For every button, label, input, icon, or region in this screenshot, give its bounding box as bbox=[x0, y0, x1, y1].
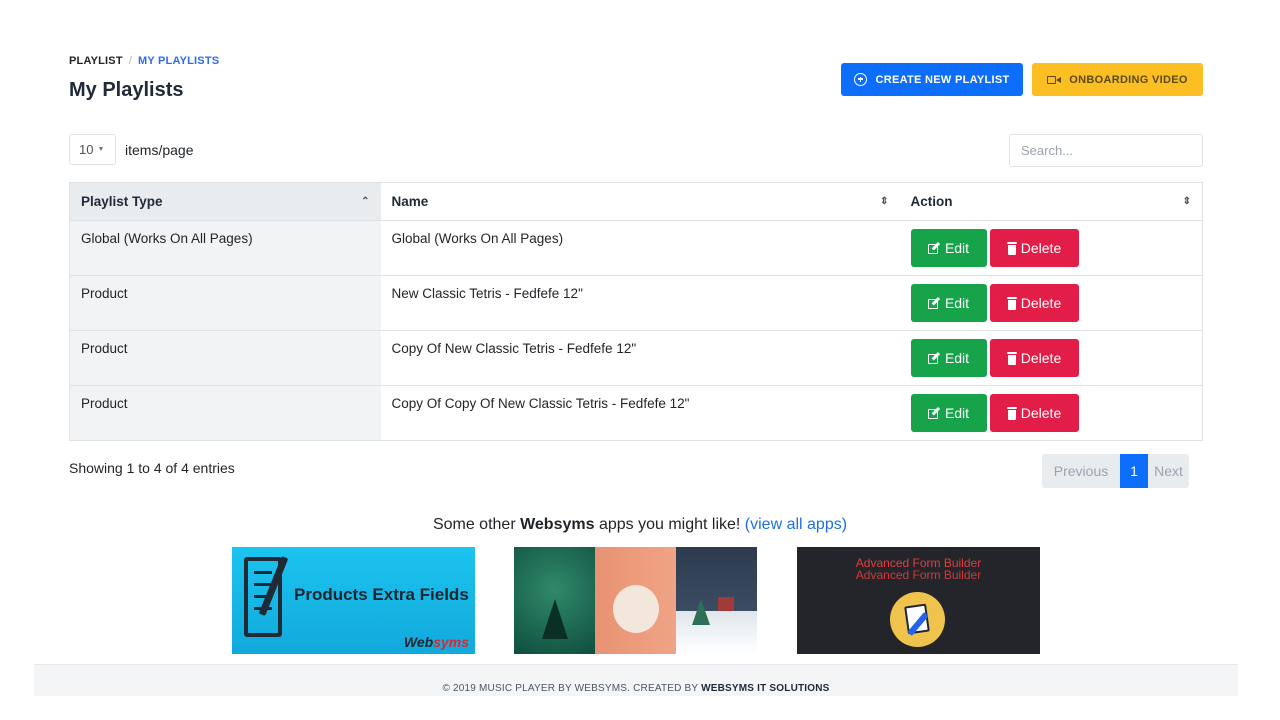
view-all-apps-link[interactable]: (view all apps) bbox=[745, 516, 847, 533]
table-row: Product Copy Of New Classic Tetris - Fed… bbox=[69, 330, 1203, 386]
app-brand: Websyms bbox=[404, 634, 469, 650]
pagination: Previous 1 Next bbox=[1042, 454, 1189, 488]
table-header-row: Playlist Type ⌃ Name ⇕ Action ⇕ bbox=[69, 182, 1203, 221]
cell-playlist-type: Product bbox=[69, 275, 381, 331]
items-per-page-label: items/page bbox=[125, 142, 194, 158]
footer-company-link[interactable]: WEBSYMS IT SOLUTIONS bbox=[701, 683, 829, 694]
create-playlist-label: CREATE NEW PLAYLIST bbox=[875, 73, 1010, 86]
cell-playlist-name: New Classic Tetris - Fedfefe 12" bbox=[380, 275, 900, 331]
tree-icon bbox=[692, 599, 710, 625]
edit-icon bbox=[927, 242, 941, 254]
onboarding-video-label: ONBOARDING VIDEO bbox=[1069, 73, 1188, 86]
edit-button[interactable]: Edit bbox=[910, 394, 987, 432]
column-label: Action bbox=[910, 194, 953, 209]
delete-button[interactable]: Delete bbox=[989, 229, 1079, 267]
onboarding-video-button[interactable]: ONBOARDING VIDEO bbox=[1032, 63, 1203, 96]
column-header-name[interactable]: Name ⇕ bbox=[380, 182, 900, 221]
playlists-table: Playlist Type ⌃ Name ⇕ Action ⇕ Global (Wor… bbox=[69, 182, 1203, 441]
app-card-products-extra-fields[interactable]: Products Extra Fields Websyms bbox=[232, 547, 475, 654]
table-row: Product Copy Of Copy Of New Classic Tetr… bbox=[69, 385, 1203, 441]
delete-label: Delete bbox=[1020, 295, 1062, 311]
delete-label: Delete bbox=[1020, 405, 1062, 421]
pagination-previous[interactable]: Previous bbox=[1042, 454, 1120, 488]
page-size-value: 10 bbox=[79, 142, 94, 157]
cell-playlist-type: Product bbox=[69, 330, 381, 386]
cell-actions: Edit Delete bbox=[899, 220, 1203, 276]
page-title: My Playlists bbox=[69, 79, 184, 101]
edit-icon bbox=[927, 297, 941, 309]
trash-icon bbox=[1006, 406, 1017, 420]
cell-actions: Edit Delete bbox=[899, 275, 1203, 331]
breadcrumb-root[interactable]: PLAYLIST bbox=[69, 55, 123, 67]
pagination-page-1[interactable]: 1 bbox=[1120, 454, 1148, 488]
search-input[interactable] bbox=[1009, 134, 1203, 167]
cell-playlist-type: Product bbox=[69, 385, 381, 441]
edit-button[interactable]: Edit bbox=[910, 339, 987, 377]
sort-icon: ⇕ bbox=[1182, 196, 1191, 207]
app-title-echo: Advanced Form Builder bbox=[855, 568, 982, 582]
teddy-bear-icon bbox=[613, 585, 659, 633]
cell-playlist-type: Global (Works On All Pages) bbox=[69, 220, 381, 276]
video-camera-icon bbox=[1047, 75, 1062, 85]
footer: © 2019 MUSIC PLAYER BY WEBSYMS. CREATED … bbox=[34, 664, 1238, 696]
cell-actions: Edit Delete bbox=[899, 385, 1203, 441]
footer-text: © 2019 MUSIC PLAYER BY WEBSYMS. CREATED … bbox=[442, 683, 702, 694]
delete-button[interactable]: Delete bbox=[989, 339, 1079, 377]
column-label: Playlist Type bbox=[81, 194, 163, 209]
app-brand-part-a: Web bbox=[403, 634, 434, 650]
app-image-panel bbox=[595, 547, 676, 654]
christmas-tree-icon bbox=[542, 599, 568, 639]
column-header-playlist-type[interactable]: Playlist Type ⌃ bbox=[69, 182, 381, 221]
create-playlist-button[interactable]: CREATE NEW PLAYLIST bbox=[841, 63, 1023, 96]
delete-label: Delete bbox=[1020, 350, 1062, 366]
app-image-panel bbox=[514, 547, 595, 654]
breadcrumb: PLAYLIST / MY PLAYLISTS bbox=[69, 55, 219, 67]
promo-suffix: apps you might like! bbox=[594, 516, 745, 533]
edit-label: Edit bbox=[944, 405, 970, 421]
pagination-next[interactable]: Next bbox=[1148, 454, 1189, 488]
trash-icon bbox=[1006, 241, 1017, 255]
cell-playlist-name: Copy Of New Classic Tetris - Fedfefe 12" bbox=[380, 330, 900, 386]
table-row: Global (Works On All Pages) Global (Work… bbox=[69, 220, 1203, 276]
caret-down-icon: ▼ bbox=[97, 146, 105, 153]
edit-label: Edit bbox=[944, 240, 970, 256]
plus-circle-icon bbox=[854, 73, 868, 86]
app-card-seasonal-effects[interactable] bbox=[514, 547, 757, 654]
breadcrumb-separator: / bbox=[128, 55, 133, 67]
breadcrumb-current[interactable]: MY PLAYLISTS bbox=[138, 55, 219, 67]
sort-icon: ⇕ bbox=[880, 196, 889, 207]
column-header-action[interactable]: Action ⇕ bbox=[899, 182, 1203, 221]
app-card-advanced-form-builder[interactable]: Advanced Form Builder Advanced Form Buil… bbox=[797, 547, 1040, 654]
promo-prefix: Some other bbox=[432, 516, 521, 533]
delete-label: Delete bbox=[1020, 240, 1062, 256]
edit-label: Edit bbox=[944, 295, 970, 311]
table-row: Product New Classic Tetris - Fedfefe 12"… bbox=[69, 275, 1203, 331]
app-image-panel bbox=[676, 547, 757, 654]
promo-heading: Some other Websyms apps you might like! … bbox=[0, 516, 1280, 534]
entries-info: Showing 1 to 4 of 4 entries bbox=[69, 460, 235, 476]
delete-button[interactable]: Delete bbox=[989, 284, 1079, 322]
app-brand-part-b: syms bbox=[433, 634, 469, 650]
house-icon bbox=[718, 597, 734, 611]
delete-button[interactable]: Delete bbox=[989, 394, 1079, 432]
edit-button[interactable]: Edit bbox=[910, 284, 987, 322]
cell-actions: Edit Delete bbox=[899, 330, 1203, 386]
promo-brand: Websyms bbox=[520, 516, 595, 533]
trash-icon bbox=[1006, 351, 1017, 365]
sort-asc-icon: ⌃ bbox=[361, 196, 370, 207]
cell-playlist-name: Global (Works On All Pages) bbox=[380, 220, 900, 276]
edit-icon bbox=[927, 352, 941, 364]
edit-icon bbox=[927, 407, 941, 419]
page-size-select[interactable]: 10 ▼ bbox=[69, 134, 116, 165]
cell-playlist-name: Copy Of Copy Of New Classic Tetris - Fed… bbox=[380, 385, 900, 441]
app-title: Products Extra Fields bbox=[294, 585, 469, 604]
edit-label: Edit bbox=[944, 350, 970, 366]
edit-button[interactable]: Edit bbox=[910, 229, 987, 267]
trash-icon bbox=[1006, 296, 1017, 310]
column-label: Name bbox=[391, 194, 429, 209]
